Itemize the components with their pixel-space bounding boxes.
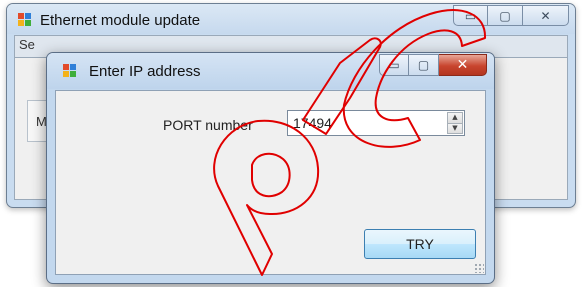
back-window-caption-buttons: ▭ ▢ ✕ [453,5,569,26]
close-button[interactable]: ✕ [439,54,487,76]
app-icon [18,13,32,27]
close-icon[interactable]: ✕ [523,5,569,26]
port-number-input[interactable] [288,111,444,135]
maximize-icon[interactable]: ▢ [409,54,439,76]
back-window-titlebar[interactable]: Ethernet module update ▭ ▢ ✕ [7,4,575,34]
minimize-icon[interactable]: ▭ [379,54,409,76]
enter-ip-address-dialog: Enter IP address ▭ ▢ ✕ PORT number ▲ ▼ T… [46,52,495,284]
spin-down-icon[interactable]: ▼ [447,123,463,134]
spin-up-icon[interactable]: ▲ [447,112,463,124]
dialog-caption-buttons: ▭ ▢ ✕ [379,54,487,76]
tab-settings[interactable]: Se [19,37,35,52]
port-number-field[interactable]: ▲ ▼ [287,110,465,136]
minimize-icon[interactable]: ▭ [453,5,488,26]
port-spinner[interactable]: ▲ ▼ [447,112,463,134]
try-button[interactable]: TRY [364,229,476,259]
app-icon [63,64,77,78]
dialog-title: Enter IP address [89,63,201,80]
back-window-title: Ethernet module update [40,12,201,29]
resize-grip-icon[interactable] [474,263,484,273]
dialog-titlebar[interactable]: Enter IP address ▭ ▢ ✕ [47,53,494,89]
port-number-label: PORT number [163,117,253,133]
maximize-icon[interactable]: ▢ [488,5,523,26]
